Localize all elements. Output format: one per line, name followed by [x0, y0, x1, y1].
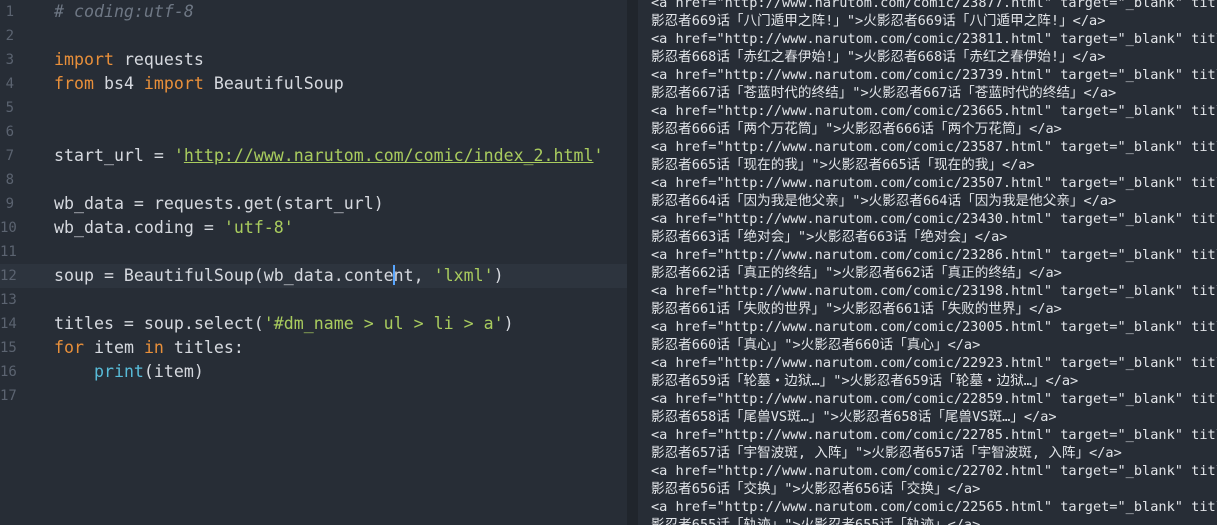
output-line: <a href="http://www.narutom.com/comic/22…: [651, 355, 1217, 371]
output-line: <a href="http://www.narutom.com/comic/23…: [651, 211, 1217, 227]
line-number: 8: [5, 172, 14, 188]
window: 1 2 3 4 5 6 7 8 9 10 11 12 13 14 15 16 17 # coding:utf-8…: [0, 0, 1217, 525]
code-token: titles = soup.select(: [54, 314, 264, 333]
line-number: 15: [0, 340, 17, 356]
code-token: ): [493, 266, 504, 285]
output-console[interactable]: <a href="http://www.narutom.com/comic/23…: [638, 0, 1217, 525]
code-token: for: [54, 338, 84, 357]
output-line: <a href="http://www.narutom.com/comic/23…: [651, 67, 1217, 83]
code-token: start_url =: [54, 146, 174, 165]
output-line: <a href="http://www.narutom.com/comic/22…: [651, 463, 1217, 479]
code-token: ': [593, 146, 604, 165]
output-line: 影忍者667话「苍蓝时代的终结」">火影忍者667话「苍蓝时代的终结」</a>: [651, 85, 1117, 101]
code-line[interactable]: wb_data = requests.get(start_url): [54, 192, 384, 216]
output-line: 影忍者658话「尾兽VS斑…」">火影忍者658话「尾兽VS斑…」</a>: [651, 409, 1057, 425]
line-number: 1: [5, 4, 14, 20]
line-number: 10: [0, 220, 17, 236]
code-line[interactable]: # coding:utf-8: [54, 0, 194, 24]
line-number: 3: [5, 52, 14, 68]
output-line: <a href="http://www.narutom.com/comic/22…: [651, 391, 1217, 407]
code-token: 'utf-8': [223, 218, 294, 237]
output-line: <a href="http://www.narutom.com/comic/23…: [651, 103, 1217, 119]
line-number: 7: [5, 148, 14, 164]
code-token: (item): [143, 362, 204, 381]
code-token: requests: [113, 50, 204, 69]
code-token: ): [503, 314, 514, 333]
code-line[interactable]: soup = BeautifulSoup(wb_data.content, 'l…: [54, 264, 504, 288]
output-line: <a href="http://www.narutom.com/comic/23…: [651, 139, 1217, 155]
url-token[interactable]: http://www.narutom.com/comic/index_2.htm…: [184, 146, 594, 165]
code-token: wb_data = requests.get(start_url): [54, 194, 384, 213]
line-number: 17: [0, 388, 17, 404]
code-token: bs4: [93, 74, 144, 93]
code-token: in: [143, 338, 164, 357]
pane-divider[interactable]: [627, 0, 638, 525]
code-token: from: [54, 74, 94, 93]
code-line[interactable]: for item in titles:: [54, 336, 244, 360]
output-line: <a href="http://www.narutom.com/comic/22…: [651, 427, 1217, 443]
code-line[interactable]: import requests: [54, 48, 204, 72]
output-line: 影忍者665话「现在的我」">火影忍者665话「现在的我」</a>: [651, 157, 1035, 173]
code-token: wb_data.coding =: [54, 218, 224, 237]
line-number: 13: [0, 292, 17, 308]
code-line[interactable]: titles = soup.select('#dm_name > ul > li…: [54, 312, 514, 336]
output-line: <a href="http://www.narutom.com/comic/23…: [651, 319, 1217, 335]
code-token: import: [54, 50, 114, 69]
code-line[interactable]: from bs4 import BeautifulSoup: [54, 72, 344, 96]
code-token: import: [143, 74, 204, 93]
output-line: 影忍者668话「赤红之春伊始!」">火影忍者668话「赤红之春伊始!」</a>: [651, 49, 1106, 65]
line-number: 12: [0, 268, 17, 284]
code-token: titles:: [163, 338, 244, 357]
code-line[interactable]: wb_data.coding = 'utf-8': [54, 216, 294, 240]
code-token: 'lxml': [433, 266, 494, 285]
code-editor[interactable]: 1 2 3 4 5 6 7 8 9 10 11 12 13 14 15 16 17 # coding:utf-8…: [0, 0, 627, 525]
output-line: 影忍者661话「失败的世界」">火影忍者661话「失败的世界」</a>: [651, 301, 1062, 317]
code-token: soup = BeautifulSoup(wb_data.conte: [54, 266, 394, 285]
line-number: 6: [5, 124, 14, 140]
line-number: 14: [0, 316, 17, 332]
code-token: ': [173, 146, 184, 165]
output-line: 影忍者664话「因为我是他父亲」">火影忍者664话「因为我是他父亲」</a>: [651, 193, 1117, 209]
line-number: 16: [0, 364, 17, 380]
code-token: item: [83, 338, 144, 357]
output-line: <a href="http://www.narutom.com/comic/23…: [651, 0, 1217, 11]
output-line: <a href="http://www.narutom.com/comic/22…: [651, 499, 1217, 515]
output-line: 影忍者666话「两个万花筒」">火影忍者666话「两个万花筒」</a>: [651, 121, 1062, 137]
line-number: 9: [5, 196, 14, 212]
line-number-gutter: 1 2 3 4 5 6 7 8 9 10 11 12 13 14 15 16 17: [0, 0, 40, 525]
line-number: 5: [5, 100, 14, 116]
code-token: '#dm_name > ul > li > a': [263, 314, 504, 333]
output-line: 影忍者657话「宇智波斑, 入阵」">火影忍者657话「宇智波斑, 入阵」</a…: [651, 445, 1122, 461]
output-line: 影忍者663话「绝对会」">火影忍者663话「绝对会」</a>: [651, 229, 1008, 245]
code-line[interactable]: start_url = 'http://www.narutom.com/comi…: [54, 144, 604, 168]
code-line[interactable]: print(item): [54, 360, 204, 384]
output-line: 影忍者655话「轨迹」">火影忍者655话「轨迹」</a>: [651, 517, 981, 525]
output-line: <a href="http://www.narutom.com/comic/23…: [651, 175, 1217, 191]
output-line: <a href="http://www.narutom.com/comic/23…: [651, 283, 1217, 299]
output-line: 影忍者659话「轮墓・边狱…」">火影忍者659话「轮墓・边狱…」</a>: [651, 373, 1079, 389]
output-line: 影忍者662话「真正的终结」">火影忍者662话「真正的终结」</a>: [651, 265, 1062, 281]
output-line: <a href="http://www.narutom.com/comic/23…: [651, 247, 1217, 263]
output-line: 影忍者660话「真心」">火影忍者660话「真心」</a>: [651, 337, 981, 353]
line-number: 2: [5, 28, 14, 44]
code-token: BeautifulSoup: [203, 74, 344, 93]
code-token: print: [93, 362, 144, 381]
line-number: 4: [5, 76, 14, 92]
code-token: nt,: [393, 266, 434, 285]
output-line: 影忍者656话「交换」">火影忍者656话「交换」</a>: [651, 481, 981, 497]
line-number: 11: [0, 244, 17, 260]
output-line: <a href="http://www.narutom.com/comic/23…: [651, 31, 1217, 47]
code-token: # coding:utf-8: [54, 2, 194, 21]
output-line: 影忍者669话「八门遁甲之阵!」">火影忍者669话「八门遁甲之阵!」</a>: [651, 13, 1106, 29]
